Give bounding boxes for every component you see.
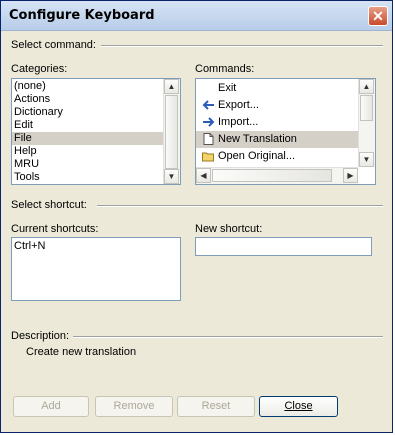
current-shortcuts-label: Current shortcuts: (11, 223, 99, 235)
add-button-label: Add (41, 400, 61, 412)
commands-label-text: Commands: (195, 63, 255, 75)
command-item[interactable]: Export... (196, 97, 358, 114)
command-item-label: Open Original... (218, 150, 296, 162)
import-arrow-icon (202, 116, 215, 128)
command-item-label: Import... (218, 116, 259, 128)
current-shortcuts-listbox[interactable]: Ctrl+N (11, 237, 181, 301)
scroll-left-icon[interactable]: ◀ (196, 168, 211, 183)
command-item-label: Export... (218, 99, 259, 111)
select-command-heading: Select command: (11, 39, 96, 51)
list-item[interactable]: Ctrl+N (14, 240, 45, 252)
commands-label: Commands: (195, 63, 254, 75)
command-item-label: New Translation (218, 133, 297, 145)
new-document-icon (202, 133, 215, 146)
categories-scrollbar[interactable]: ▲ ▼ (163, 79, 180, 184)
select-command-divider (101, 45, 383, 47)
close-window-button[interactable]: ✕ (368, 6, 388, 26)
configure-keyboard-dialog: Configure Keyboard ✕ Select command: Cat… (0, 0, 393, 433)
select-shortcut-heading: Select shortcut: (11, 199, 87, 211)
scroll-down-icon[interactable]: ▼ (164, 169, 179, 184)
description-label: Description: (11, 330, 70, 342)
command-item[interactable]: New Translation (196, 131, 358, 148)
commands-horizontal-scrollbar[interactable]: ◀ ▶ (196, 167, 358, 184)
remove-button[interactable]: Remove (95, 396, 173, 417)
close-button-label: Close (284, 400, 313, 412)
command-item[interactable]: Import... (196, 114, 358, 131)
category-item[interactable]: Tools (12, 171, 163, 184)
commands-vertical-scrollbar[interactable]: ▲ ▼ (358, 79, 375, 167)
command-item[interactable]: Open Original... (196, 148, 358, 165)
scroll-down-icon[interactable]: ▼ (359, 152, 374, 167)
category-item[interactable]: Edit (12, 119, 163, 132)
categories-listbox[interactable]: (none) Actions Dictionary Edit File Help MRU To… (11, 78, 181, 185)
scroll-right-icon[interactable]: ▶ (343, 168, 358, 183)
categories-items: (none) Actions Dictionary Edit File Help MRU To… (12, 80, 163, 184)
scroll-up-icon[interactable]: ▲ (164, 79, 179, 94)
category-item[interactable]: File (12, 132, 163, 145)
close-icon: ✕ (372, 8, 384, 24)
scroll-thumb[interactable] (212, 169, 332, 182)
category-item[interactable]: (none) (12, 80, 163, 93)
categories-label-text: Categories: (11, 63, 68, 75)
command-item-label: Exit (218, 82, 237, 94)
category-item[interactable]: MRU (12, 158, 163, 171)
command-item[interactable]: Exit (196, 80, 358, 97)
description-text: Create new translation (26, 346, 137, 358)
export-arrow-icon (202, 99, 215, 111)
scroll-thumb[interactable] (360, 95, 373, 121)
commands-items: Exit Export... Import... New Translation Ope… (196, 80, 358, 167)
blank-icon (202, 82, 215, 94)
select-shortcut-divider (97, 205, 383, 207)
reset-button-label: Reset (201, 400, 231, 412)
open-folder-icon (202, 150, 215, 162)
close-button[interactable]: Close (259, 396, 338, 417)
categories-label: Categories: (11, 63, 67, 75)
new-shortcut-input[interactable] (195, 237, 372, 256)
add-button[interactable]: Add (13, 396, 89, 417)
category-item[interactable]: Help (12, 145, 163, 158)
reset-button[interactable]: Reset (177, 396, 255, 417)
scroll-up-icon[interactable]: ▲ (359, 79, 374, 94)
scroll-thumb[interactable] (165, 95, 178, 169)
window-title: Configure Keyboard (9, 8, 155, 23)
remove-button-label: Remove (113, 400, 155, 412)
title-bar: Configure Keyboard ✕ (1, 1, 392, 31)
category-item[interactable]: Dictionary (12, 106, 163, 119)
category-item[interactable]: Actions (12, 93, 163, 106)
commands-listbox[interactable]: Exit Export... Import... New Translation Ope… (195, 78, 376, 185)
new-shortcut-label: New shortcut: (195, 223, 263, 235)
description-divider (73, 336, 383, 338)
